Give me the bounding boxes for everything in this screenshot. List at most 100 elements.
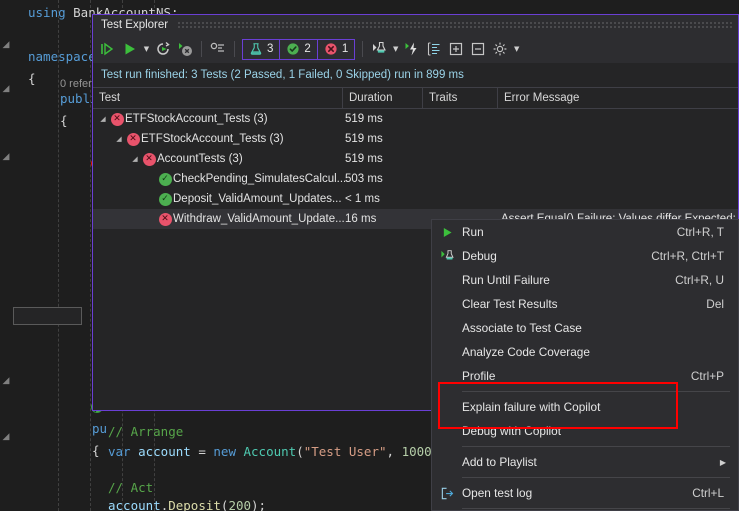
submenu-arrow-icon: ▶	[719, 457, 726, 467]
test-duration: 519 ms	[345, 113, 383, 125]
flask-icon	[250, 43, 262, 55]
column-header-error-message[interactable]: Error Message	[498, 88, 738, 108]
context-menu-label: Debug	[462, 249, 497, 263]
outline-chevron-icon[interactable]: ◢	[0, 78, 12, 100]
indent-guide	[58, 0, 59, 511]
check-circle-icon: ✓	[158, 172, 172, 186]
context-menu-item-run-until-failure[interactable]: Run Until Failure Ctrl+R, U	[432, 268, 738, 292]
outline-chevron-icon[interactable]: ◢	[0, 146, 12, 168]
title-bar-grip[interactable]	[177, 20, 734, 30]
debug-tests-button[interactable]	[368, 38, 390, 60]
code-line: {	[92, 443, 100, 458]
test-explorer-title: Test Explorer	[101, 19, 169, 31]
column-header-traits[interactable]: Traits	[423, 88, 498, 108]
collapse-all-icon	[472, 42, 485, 56]
total-tests-value: 3	[267, 43, 274, 55]
code-line: pu	[92, 421, 108, 436]
context-menu-item-profile[interactable]: Profile Ctrl+P	[432, 364, 738, 388]
screenshot-root: ◢ ◢ ◢ ◢ ◢ using BankAccountNS; namespace…	[0, 0, 739, 511]
run-play-icon	[432, 226, 462, 239]
playlist-icon	[428, 42, 440, 56]
run-dropdown-caret-icon[interactable]: ▼	[141, 38, 152, 60]
context-menu-shortcut: Del	[706, 297, 724, 311]
row-status-icon: ✕	[141, 152, 157, 166]
outline-chevron-icon[interactable]: ◢	[0, 34, 12, 56]
toolbar-separator	[201, 41, 202, 57]
context-menu-label: Debug with Copilot	[462, 424, 562, 438]
repeat-last-run-button[interactable]	[152, 38, 174, 60]
row-status-icon: ✓	[157, 172, 173, 186]
outline-chevron-icon[interactable]: ◢	[0, 370, 12, 392]
repeat-icon	[157, 41, 170, 55]
settings-button[interactable]	[489, 38, 511, 60]
context-menu-shortcut: Ctrl+L	[692, 486, 724, 500]
row-expander-icon[interactable]: ◢	[129, 155, 141, 163]
column-header-duration[interactable]: Duration	[343, 88, 423, 108]
collapsed-region-box[interactable]	[13, 307, 82, 325]
collapse-all-button[interactable]	[467, 38, 489, 60]
context-menu-shortcut: Ctrl+R, U	[675, 273, 724, 287]
test-duration: < 1 ms	[345, 193, 380, 205]
row-expander-icon[interactable]: ◢	[113, 135, 125, 143]
toolbar-separator	[362, 41, 364, 57]
context-menu-separator	[462, 508, 730, 509]
debug-test-icon	[432, 249, 462, 264]
context-menu-item-debug[interactable]: Debug Ctrl+R, Ctrl+T	[432, 244, 738, 268]
context-menu-separator	[462, 477, 730, 478]
run-all-icon	[101, 42, 114, 56]
run-all-tests-button[interactable]	[97, 38, 119, 60]
failed-tests-count[interactable]: 1	[318, 40, 354, 59]
context-menu-item-open-test-log[interactable]: Open test log Ctrl+L	[432, 481, 738, 505]
cancel-run-button[interactable]	[174, 38, 196, 60]
context-menu-label: Run Until Failure	[462, 273, 550, 287]
table-row[interactable]: ◢ ✕ ETFStockAccount_Tests (3) 519 ms	[93, 109, 738, 129]
context-menu-item-clear-test-results[interactable]: Clear Test Results Del	[432, 292, 738, 316]
settings-dropdown-caret-icon[interactable]: ▼	[511, 38, 522, 60]
context-menu-item-debug-with-copilot[interactable]: Debug with Copilot	[432, 419, 738, 443]
passed-tests-value: 2	[304, 43, 311, 55]
context-menu-item-run[interactable]: Run Ctrl+R, T	[432, 220, 738, 244]
expand-all-icon	[450, 42, 463, 56]
test-explorer-title-bar[interactable]: Test Explorer	[93, 15, 738, 35]
test-name: CheckPending_SimulatesCalcul...	[173, 173, 347, 185]
playlist-button[interactable]	[423, 38, 445, 60]
context-menu-item-add-to-playlist[interactable]: Add to Playlist ▶	[432, 450, 738, 474]
x-circle-icon: ✕	[126, 132, 140, 146]
outline-chevron-icon[interactable]: ◢	[0, 426, 12, 448]
expand-all-button[interactable]	[445, 38, 467, 60]
run-button[interactable]	[119, 38, 141, 60]
context-menu-label: Add to Playlist	[462, 455, 537, 469]
context-menu-item-analyze-code-coverage[interactable]: Analyze Code Coverage	[432, 340, 738, 364]
test-name: Deposit_ValidAmount_Updates...	[173, 193, 342, 205]
context-menu-label: Profile	[462, 369, 496, 383]
context-menu-separator	[462, 446, 730, 447]
debug-dropdown-caret-icon[interactable]: ▼	[390, 38, 401, 60]
code-line: {	[28, 71, 36, 86]
test-name: Withdraw_ValidAmount_Update...	[173, 213, 345, 225]
context-menu-item-explain-failure-with-copilot[interactable]: Explain failure with Copilot	[432, 395, 738, 419]
table-row[interactable]: ◢ ✕ AccountTests (3) 519 ms	[93, 149, 738, 169]
x-circle-icon: ✕	[142, 152, 156, 166]
test-list-column-headers: Test Duration Traits Error Message	[93, 87, 738, 109]
table-row[interactable]: ✓ Deposit_ValidAmount_Updates... < 1 ms	[93, 189, 738, 209]
table-row[interactable]: ✓ CheckPending_SimulatesCalcul... 503 ms	[93, 169, 738, 189]
total-tests-count[interactable]: 3	[243, 39, 281, 59]
row-expander-icon[interactable]: ◢	[97, 115, 109, 123]
play-icon	[125, 43, 135, 55]
context-menu-item-associate-to-test-case[interactable]: Associate to Test Case	[432, 316, 738, 340]
test-explorer-toolbar: ▼ 3 2 1 ▼ ▼	[93, 35, 738, 63]
row-status-icon: ✕	[157, 212, 173, 226]
test-context-menu: Run Ctrl+R, T Debug Ctrl+R, Ctrl+T Run U…	[431, 219, 739, 511]
open-log-icon	[432, 486, 462, 501]
test-list: ◢ ✕ ETFStockAccount_Tests (3) 519 ms ◢ ✕…	[93, 109, 738, 229]
check-circle-icon: ✓	[158, 192, 172, 206]
column-header-test[interactable]: Test	[93, 88, 343, 108]
run-failed-tests-button[interactable]	[401, 38, 423, 60]
group-by-button[interactable]	[207, 38, 229, 60]
gear-icon	[493, 42, 507, 56]
table-row[interactable]: ◢ ✕ ETFStockAccount_Tests (3) 519 ms	[93, 129, 738, 149]
passed-tests-count[interactable]: 2	[280, 39, 318, 59]
code-line-arrange-comment: // Arrange	[108, 424, 184, 439]
context-menu-label: Analyze Code Coverage	[462, 345, 590, 359]
context-menu-label: Explain failure with Copilot	[462, 400, 601, 414]
